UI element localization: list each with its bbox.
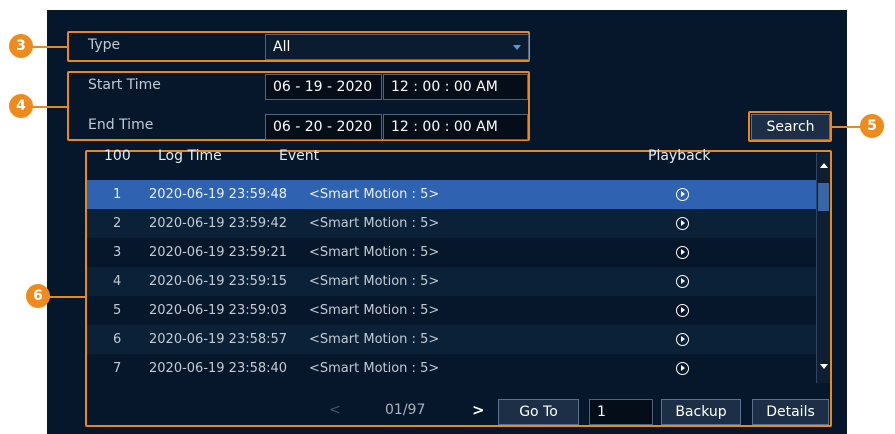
header-count: 100	[104, 148, 131, 164]
marker-4-leader	[32, 106, 68, 108]
marker-4: 4	[9, 94, 33, 118]
backup-button[interactable]: Backup	[661, 399, 741, 425]
table-row[interactable]: 1 2020-06-19 23:59:48 <Smart Motion : 5>	[87, 180, 816, 209]
play-icon[interactable]	[676, 217, 689, 230]
table-row[interactable]: 2 2020-06-19 23:59:42 <Smart Motion : 5>	[87, 209, 816, 238]
play-icon[interactable]	[676, 362, 689, 375]
row-log-time: 2020-06-19 23:59:21	[149, 245, 288, 260]
row-event: <Smart Motion : 5>	[309, 303, 440, 318]
header-log-time: Log Time	[158, 148, 222, 164]
row-log-time: 2020-06-19 23:58:57	[149, 332, 288, 347]
row-event: <Smart Motion : 5>	[309, 274, 440, 289]
row-log-time: 2020-06-19 23:59:03	[149, 303, 288, 318]
play-icon[interactable]	[676, 246, 689, 259]
next-page-button[interactable]: >	[472, 401, 485, 419]
header-playback: Playback	[648, 148, 711, 164]
row-log-time: 2020-06-19 23:59:15	[149, 274, 288, 289]
go-to-button[interactable]: Go To	[498, 399, 579, 425]
row-number: 5	[113, 303, 122, 318]
row-event: <Smart Motion : 5>	[309, 361, 440, 376]
row-event: <Smart Motion : 5>	[309, 187, 440, 202]
table-row[interactable]: 5 2020-06-19 23:59:03 <Smart Motion : 5>	[87, 296, 816, 325]
play-icon[interactable]	[676, 304, 689, 317]
row-number: 6	[113, 332, 122, 347]
row-number: 4	[113, 274, 122, 289]
table-row[interactable]: 4 2020-06-19 23:59:15 <Smart Motion : 5>	[87, 267, 816, 296]
start-time-label: Start Time	[88, 77, 161, 93]
row-number: 2	[113, 216, 122, 231]
type-select[interactable]: All	[265, 34, 529, 60]
row-log-time: 2020-06-19 23:59:48	[149, 187, 288, 202]
marker-3: 3	[9, 34, 33, 58]
row-event: <Smart Motion : 5>	[309, 216, 440, 231]
table-row[interactable]: 3 2020-06-19 23:59:21 <Smart Motion : 5>	[87, 238, 816, 267]
play-icon[interactable]	[676, 275, 689, 288]
go-to-page-input[interactable]: 1	[589, 399, 653, 425]
prev-page-button[interactable]: <	[329, 402, 341, 418]
row-number: 1	[113, 187, 122, 202]
end-date-field[interactable]: 06 - 20 - 2020	[265, 114, 382, 140]
chevron-down-icon	[513, 45, 521, 50]
row-event: <Smart Motion : 5>	[309, 332, 440, 347]
marker-5: 5	[860, 114, 884, 138]
marker-6: 6	[26, 284, 50, 308]
scroll-up-icon[interactable]	[820, 163, 828, 168]
marker-3-leader	[32, 46, 68, 48]
scroll-thumb[interactable]	[818, 183, 829, 211]
table-row[interactable]: 6 2020-06-19 23:58:57 <Smart Motion : 5>	[87, 325, 816, 354]
start-date-field[interactable]: 06 - 19 - 2020	[265, 74, 382, 100]
marker-6-leader	[46, 296, 86, 298]
row-number: 7	[113, 361, 122, 376]
row-log-time: 2020-06-19 23:58:40	[149, 361, 288, 376]
end-time-field[interactable]: 12 : 00 : 00 AM	[383, 114, 528, 140]
start-time-field[interactable]: 12 : 00 : 00 AM	[383, 74, 528, 100]
row-number: 3	[113, 245, 122, 260]
row-event: <Smart Motion : 5>	[309, 245, 440, 260]
type-label: Type	[88, 37, 121, 53]
play-icon[interactable]	[676, 188, 689, 201]
search-button[interactable]: Search	[751, 114, 830, 140]
end-time-label: End Time	[88, 117, 154, 133]
scroll-down-icon[interactable]	[820, 364, 828, 369]
row-log-time: 2020-06-19 23:59:42	[149, 216, 288, 231]
scrollbar[interactable]	[816, 153, 830, 383]
play-icon[interactable]	[676, 333, 689, 346]
page-indicator: 01/97	[385, 402, 426, 418]
details-button[interactable]: Details	[752, 399, 829, 425]
type-select-value: All	[273, 39, 291, 55]
table-row[interactable]: 7 2020-06-19 23:58:40 <Smart Motion : 5>	[87, 354, 816, 383]
marker-5-leader	[832, 126, 862, 128]
header-event: Event	[279, 148, 320, 164]
